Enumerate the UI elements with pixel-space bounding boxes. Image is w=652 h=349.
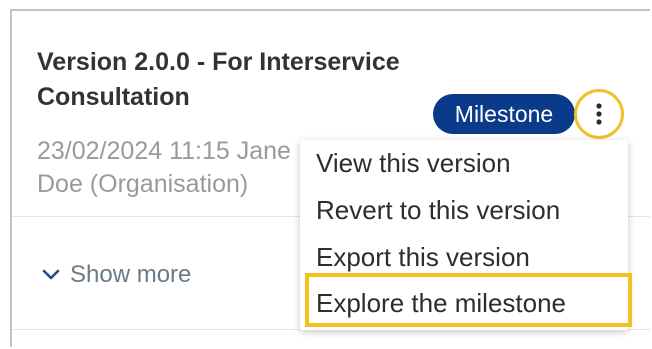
version-actions-menu: View this version Revert to this version…	[300, 140, 628, 330]
show-more-label: Show more	[70, 261, 192, 288]
version-title: Version 2.0.0 - For Interservice Consult…	[37, 48, 400, 111]
milestone-badge: Milestone	[433, 94, 575, 134]
version-meta: 23/02/2024 11:15 Jane Doe (Organisation)	[37, 137, 291, 198]
menu-item-export-version[interactable]: Export this version	[316, 237, 530, 277]
menu-item-revert-version[interactable]: Revert to this version	[316, 190, 560, 230]
menu-item-view-version[interactable]: View this version	[316, 143, 511, 183]
menu-item-explore-milestone[interactable]: Explore the milestone	[316, 283, 566, 323]
show-more-link[interactable]: Show more	[42, 261, 191, 289]
more-actions-button[interactable]	[574, 89, 624, 139]
kebab-vertical-icon	[596, 103, 602, 125]
chevron-down-icon	[42, 269, 60, 280]
